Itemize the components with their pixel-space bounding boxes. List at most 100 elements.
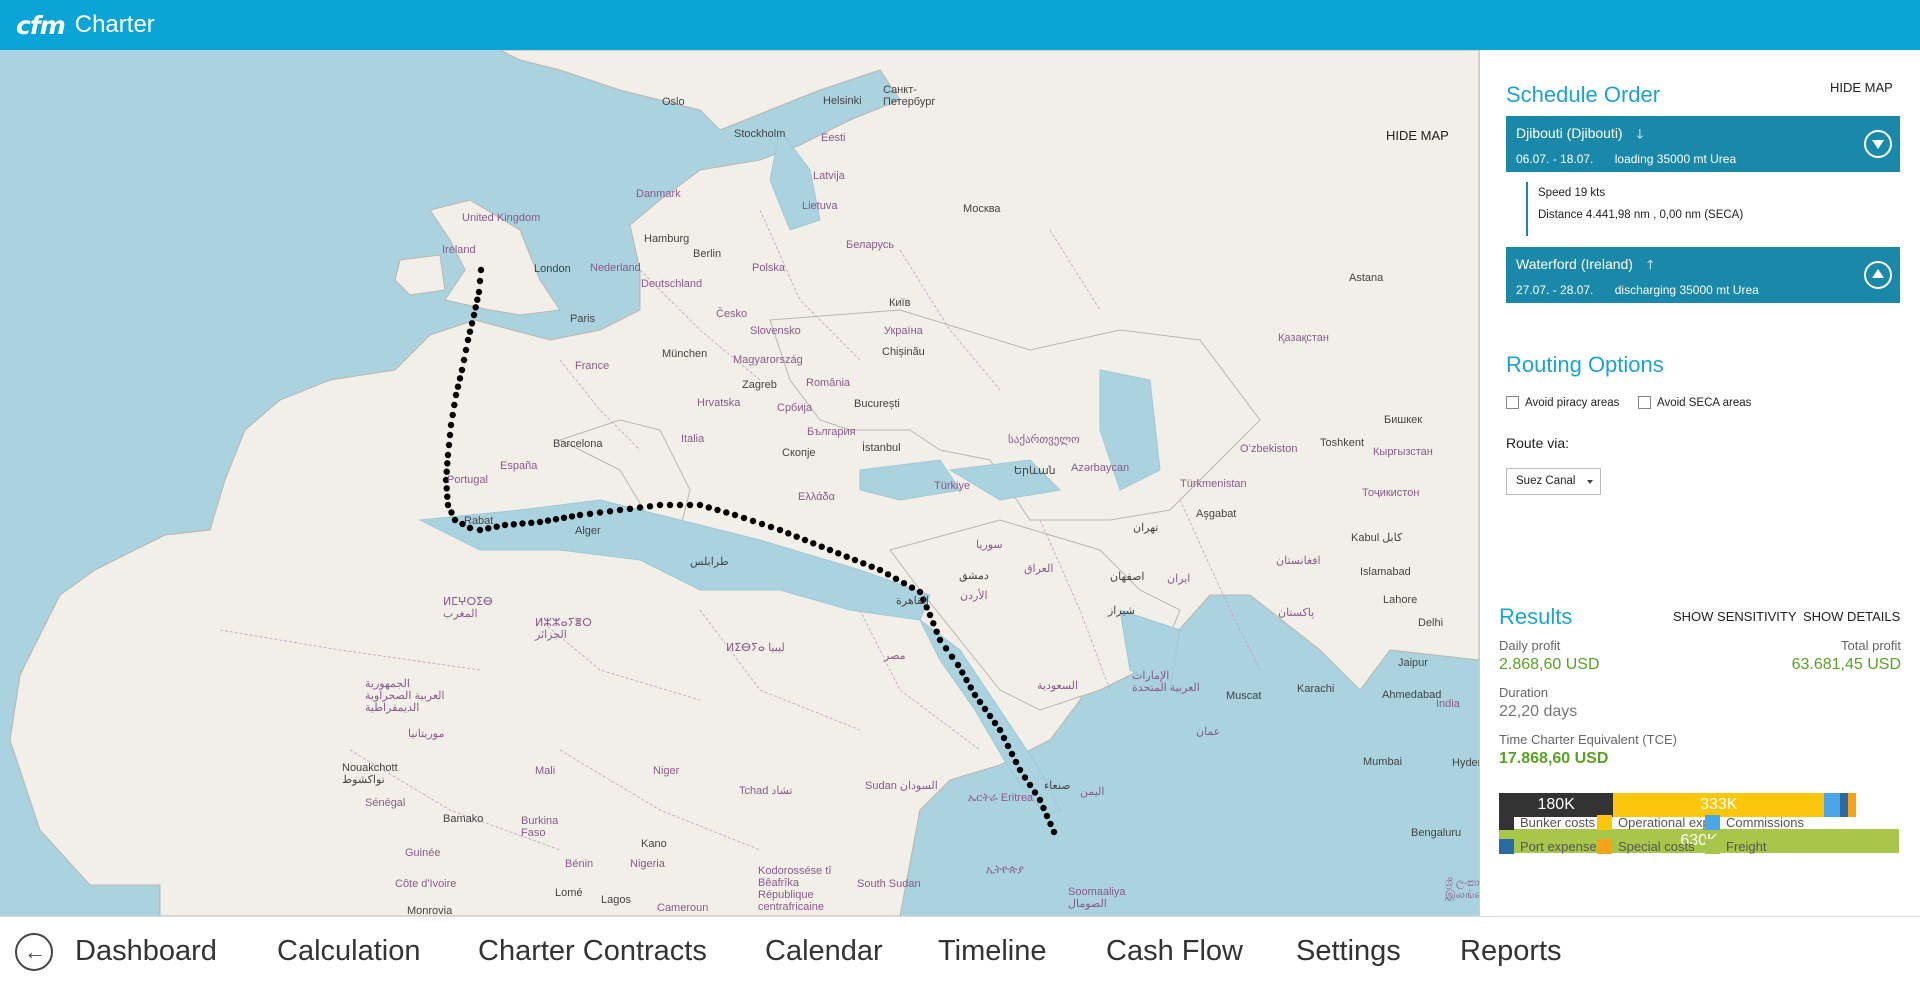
- route-dot: [948, 653, 956, 660]
- map-label: Lahore: [1383, 594, 1418, 606]
- map-label: طرابلس: [690, 556, 729, 568]
- route-dot: [908, 584, 916, 591]
- map-label: Երևան: [1014, 465, 1056, 477]
- route-dot: [444, 451, 452, 459]
- legend-item: Operational exp.: [1597, 815, 1713, 830]
- nav-item-timeline[interactable]: Timeline: [938, 935, 1047, 968]
- avoid-seca-option[interactable]: Avoid SECA areas: [1638, 396, 1751, 409]
- map-label: Türkiye: [934, 480, 971, 492]
- nav-item-calendar[interactable]: Calendar: [765, 935, 883, 968]
- routing-options-title: Routing Options: [1506, 352, 1664, 377]
- route-dot: [971, 691, 979, 699]
- route-dot: [560, 514, 568, 521]
- route-dot: [1026, 781, 1034, 789]
- route-dot: [1047, 820, 1054, 828]
- move-down-button[interactable]: [1864, 130, 1892, 158]
- map-label: شیراز: [1108, 605, 1135, 617]
- side-panel: Schedule Order HIDE MAP Djibouti (Djibou…: [1479, 50, 1920, 916]
- map-label: صنعاء: [1044, 780, 1071, 792]
- stop-card-djibouti[interactable]: Djibouti (Djibouti) 🡓 06.07. - 18.07. lo…: [1506, 116, 1900, 172]
- map-label: România: [806, 377, 851, 389]
- legend-item: Freight: [1705, 839, 1766, 854]
- show-sensitivity-button[interactable]: SHOW SENSITIVITY: [1673, 609, 1797, 624]
- map-label: Zagreb: [742, 379, 777, 391]
- nav-item-calculation[interactable]: Calculation: [277, 935, 420, 968]
- map-label: Stockholm: [734, 128, 786, 140]
- cost-bar-segment: 333K: [1613, 793, 1825, 817]
- avoid-piracy-checkbox[interactable]: [1506, 396, 1519, 409]
- back-arrow-icon[interactable]: ←: [15, 933, 53, 971]
- panel-hide-map-button[interactable]: HIDE MAP: [1830, 80, 1893, 95]
- map-label: Ελλάδα: [798, 491, 836, 503]
- tce-value: 17.868,60 USD: [1499, 750, 1609, 767]
- map-label: Portugal: [447, 474, 488, 486]
- map-label: Niger: [653, 765, 680, 777]
- map-label: Berlin: [693, 248, 722, 260]
- map-label: العراق: [1024, 563, 1054, 575]
- route-dot: [447, 421, 455, 429]
- map-label: Hamburg: [644, 233, 690, 245]
- route-dot: [967, 684, 974, 691]
- nav-item-reports[interactable]: Reports: [1460, 935, 1562, 968]
- map-label: Тоҷикистон: [1362, 487, 1420, 499]
- route-dot: [666, 501, 674, 509]
- map-label: Hrvatska: [697, 397, 741, 409]
- map-label: India: [1436, 698, 1460, 710]
- avoid-piracy-label: Avoid piracy areas: [1525, 396, 1620, 409]
- route-dot: [596, 509, 604, 516]
- route-dot: [477, 266, 485, 274]
- map-label: Česko: [716, 308, 748, 320]
- cost-bar-segment: 180K: [1499, 793, 1614, 817]
- route-dot: [451, 516, 459, 524]
- map-label: Polska: [752, 262, 786, 274]
- legend-label: Special costs: [1618, 839, 1695, 854]
- app-title: Charter: [74, 11, 155, 38]
- map-label: Oslo: [662, 96, 685, 108]
- map-label: South Sudan: [857, 878, 921, 890]
- map-label: Jaipur: [1398, 657, 1428, 669]
- route-via-select[interactable]: Suez Canal: [1506, 468, 1601, 495]
- move-up-button[interactable]: [1864, 261, 1892, 289]
- route-dot: [785, 530, 792, 537]
- map-label: Київ: [889, 297, 911, 309]
- route-dot: [758, 520, 766, 528]
- map-label: Україна: [884, 325, 923, 337]
- nav-item-charter-contracts[interactable]: Charter Contracts: [478, 935, 707, 968]
- route-dot: [501, 521, 509, 529]
- route-dot: [470, 311, 478, 319]
- map-label: ⵍⵉⴱⵢⴰ ليبيا: [726, 642, 785, 654]
- map-label: Kodorossése tî Bêafrîka République centr…: [758, 865, 832, 913]
- nav-item-cash-flow[interactable]: Cash Flow: [1106, 935, 1243, 968]
- map-label: تهران: [1133, 522, 1159, 534]
- show-details-button[interactable]: SHOW DETAILS: [1803, 609, 1900, 624]
- nav-item-settings[interactable]: Settings: [1296, 935, 1401, 968]
- map-label: Lietuva: [802, 200, 838, 212]
- map-label: پاکستان: [1278, 607, 1315, 619]
- avoid-seca-checkbox[interactable]: [1638, 396, 1651, 409]
- map-label: Soomaaliya الصومال: [1068, 886, 1126, 910]
- route-dot: [656, 501, 664, 509]
- route-dot: [445, 441, 453, 449]
- route-dot: [892, 575, 900, 582]
- cost-bar: 180K 333K: [1499, 793, 1899, 817]
- map-label: Toshkent: [1320, 437, 1365, 449]
- route-dot: [474, 296, 481, 303]
- route-dot: [444, 460, 451, 467]
- route-dot: [1016, 766, 1024, 774]
- nav-item-dashboard[interactable]: Dashboard: [75, 935, 217, 968]
- hide-map-button[interactable]: HIDE MAP: [1386, 128, 1449, 143]
- map-label: Москва: [963, 203, 1001, 215]
- leg-info: Speed 19 kts Distance 4.441,98 nm , 0,00…: [1526, 182, 1743, 236]
- route-map[interactable]: Oslo Helsinki Санкт- Петербург Stockholm Ees…: [0, 50, 1479, 916]
- stop-dates: 06.07. - 18.07.: [1516, 152, 1594, 166]
- map-label: الإمارات العربية المتحدة: [1132, 670, 1200, 694]
- route-dot: [454, 383, 462, 390]
- avoid-piracy-option[interactable]: Avoid piracy areas: [1506, 396, 1619, 409]
- map-label: مصر: [884, 650, 906, 662]
- route-dot: [963, 676, 970, 684]
- route-dot: [714, 506, 721, 514]
- map-label: Italia: [681, 433, 705, 445]
- legend-item: Commissions: [1705, 815, 1804, 830]
- route-dot: [936, 636, 944, 644]
- stop-card-waterford[interactable]: Waterford (Ireland) 🡑 27.07. - 28.07. di…: [1506, 247, 1900, 303]
